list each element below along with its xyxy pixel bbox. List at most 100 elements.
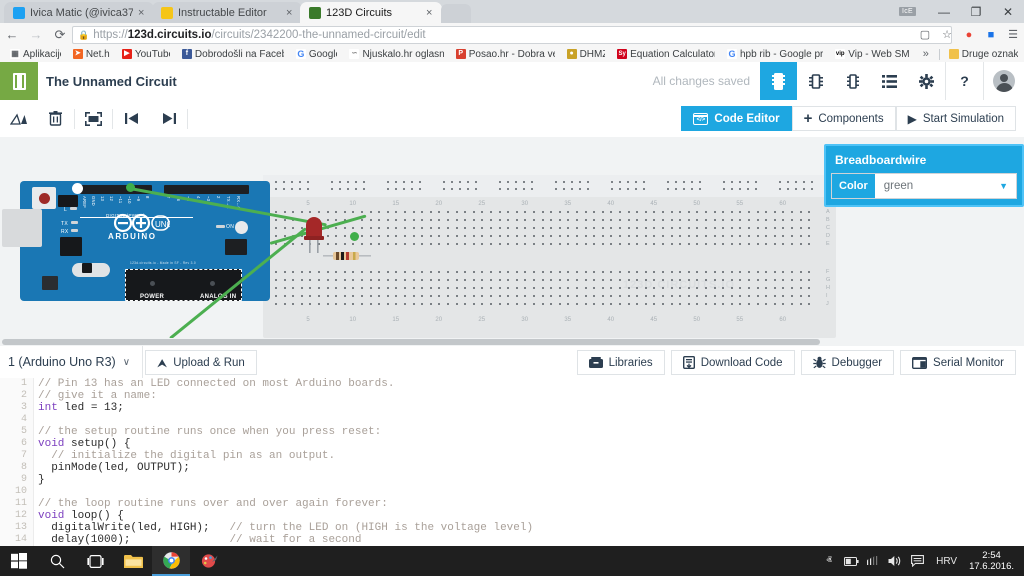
browser-tab-2[interactable]: 123D Circuits ×: [300, 2, 442, 23]
bookmark-hpb-rib[interactable]: G hpb rib - Google pret: [721, 49, 829, 60]
code-editor-button[interactable]: </> Code Editor: [681, 106, 792, 131]
wifi-icon[interactable]: [862, 546, 884, 576]
wire-endpoint-pin13[interactable]: [126, 183, 135, 192]
tab-close-icon[interactable]: ×: [286, 7, 296, 18]
component-inspector-popup[interactable]: Breadboardwire Color green ▼: [824, 144, 1024, 207]
code-line[interactable]: [38, 486, 1024, 498]
browser-chrome: Ivica Matic (@ivica3730k × Instructable …: [0, 0, 1024, 63]
chip-view-icon[interactable]: [760, 62, 797, 100]
code-line[interactable]: // the setup routine runs once when you …: [38, 426, 1024, 438]
color-field-row[interactable]: Color green ▼: [831, 173, 1017, 199]
bookmark-equation-calculator[interactable]: Sy Equation Calculator -: [611, 49, 721, 60]
libraries-button[interactable]: Libraries: [576, 350, 665, 375]
extension-icon[interactable]: ■: [982, 26, 1000, 44]
code-line[interactable]: void setup() {: [38, 438, 1024, 450]
arduino-uno-board[interactable]: DIGITAL (PWM~) UNO ARDUINO L TX RX ON 12…: [2, 181, 270, 301]
breadboard-view-icon[interactable]: [797, 62, 834, 100]
rotate-button[interactable]: [0, 100, 37, 137]
forward-button[interactable]: →: [24, 23, 48, 46]
led-component[interactable]: [303, 211, 325, 258]
digital-pin-label: 8: [145, 196, 150, 199]
scrollbar-thumb[interactable]: [2, 339, 820, 345]
resistor-component[interactable]: [323, 247, 371, 260]
address-bar[interactable]: 🔒 https://123d.circuits.io/circuits/2342…: [72, 26, 952, 44]
bookmark-google[interactable]: G Google: [290, 49, 344, 60]
code-line[interactable]: // the loop routine runs over and over a…: [38, 498, 1024, 510]
search-icon[interactable]: [38, 546, 76, 576]
browser-tab-1[interactable]: Instructable Editor ×: [152, 2, 302, 23]
code-line[interactable]: // give it a name:: [38, 390, 1024, 402]
code-line[interactable]: digitalWrite(led, HIGH); // turn the LED…: [38, 522, 1024, 534]
chrome-icon[interactable]: [152, 546, 190, 576]
action-center-icon[interactable]: [906, 546, 928, 576]
tray-chevron-icon[interactable]: ⱏ: [818, 546, 840, 576]
help-icon[interactable]: ?: [945, 62, 983, 100]
undo-button[interactable]: [113, 100, 150, 137]
fit-to-screen-button[interactable]: [75, 100, 112, 137]
menu-icon[interactable]: ☰: [1004, 26, 1022, 44]
canvas-horizontal-scrollbar[interactable]: [0, 338, 1024, 346]
new-tab-button[interactable]: [441, 4, 471, 23]
user-avatar[interactable]: [983, 62, 1024, 100]
code-line[interactable]: int led = 13;: [38, 402, 1024, 414]
tab-close-icon[interactable]: ×: [426, 7, 436, 18]
code-lines[interactable]: // Pin 13 has an LED connected on most A…: [38, 378, 1024, 546]
task-view-icon[interactable]: [76, 546, 114, 576]
reload-button[interactable]: ⟳: [48, 23, 72, 46]
browser-tab-0[interactable]: Ivica Matic (@ivica3730k ×: [4, 2, 154, 23]
tab-close-icon[interactable]: ×: [138, 7, 148, 18]
schematic-view-icon[interactable]: [834, 62, 871, 100]
language-indicator[interactable]: HRV: [928, 556, 965, 567]
translate-icon[interactable]: ▢: [916, 26, 934, 44]
chip-logo-icon[interactable]: [0, 62, 38, 100]
opera-icon[interactable]: ●: [960, 26, 978, 44]
power-label: POWER: [140, 294, 165, 300]
code-line[interactable]: [38, 414, 1024, 426]
star-icon[interactable]: ☆: [938, 26, 956, 44]
page-title[interactable]: The Unnamed Circuit: [46, 62, 177, 100]
vip-icon: vip: [835, 49, 846, 59]
file-explorer-icon[interactable]: [114, 546, 152, 576]
maximize-button[interactable]: ❐: [960, 0, 992, 23]
windows-start-icon[interactable]: [0, 546, 38, 576]
back-button[interactable]: ←: [0, 23, 24, 46]
chevron-down-icon[interactable]: ▼: [999, 181, 1016, 191]
code-line[interactable]: // Pin 13 has an LED connected on most A…: [38, 378, 1024, 390]
bookmarks-overflow-button[interactable]: »: [916, 48, 936, 60]
wire-endpoint-breadboard[interactable]: [350, 232, 359, 241]
bookmark-dhmz[interactable]: ● DHMZ: [561, 49, 612, 60]
bookmark-njuskalo[interactable]: ∽ Njuskalo.hr oglasnik: [343, 49, 449, 60]
bookmark-apps[interactable]: ▦ Aplikacije: [4, 49, 67, 60]
code-editor[interactable]: 1 2 3 4 5 6 7 8 9 10 11 12 13 14 // Pin 13 has an LED…: [0, 378, 1024, 546]
delete-button[interactable]: [37, 100, 74, 137]
bookmark-nethr[interactable]: ➤ Net.hr: [67, 49, 116, 60]
serial-monitor-button[interactable]: Serial Monitor: [900, 350, 1016, 375]
clock[interactable]: 2:54 17.6.2016.: [965, 550, 1024, 572]
close-window-button[interactable]: ✕: [992, 0, 1024, 23]
volume-icon[interactable]: [884, 546, 906, 576]
code-line[interactable]: // initialize the digital pin as an outp…: [38, 450, 1024, 462]
start-simulation-button[interactable]: ▶ Start Simulation: [895, 106, 1016, 131]
paint-icon[interactable]: [190, 546, 228, 576]
list-view-icon[interactable]: [871, 62, 908, 100]
redo-button[interactable]: [150, 100, 187, 137]
circuit-canvas[interactable]: 123D CIRCUITS.IO 5 5 10 10 15 15 20 20 25 25 30 30 3…: [0, 137, 1024, 346]
settings-gear-icon[interactable]: [908, 62, 945, 100]
color-field-value[interactable]: green: [875, 180, 999, 192]
code-line[interactable]: }: [38, 474, 1024, 486]
components-button[interactable]: + Components: [791, 106, 896, 131]
bookmark-youtube[interactable]: ▶ YouTube: [116, 49, 176, 60]
battery-icon[interactable]: [840, 546, 862, 576]
code-line[interactable]: pinMode(led, OUTPUT);: [38, 462, 1024, 474]
board-select[interactable]: 1 (Arduino Uno R3) ∨: [8, 346, 144, 378]
upload-and-run-button[interactable]: ⮝ Upload & Run: [145, 350, 257, 375]
download-code-button[interactable]: Download Code: [670, 350, 795, 375]
debugger-button[interactable]: Debugger: [800, 350, 895, 375]
minimize-button[interactable]: —: [928, 0, 960, 23]
bookmark-posao[interactable]: P Posao.hr - Dobra vez: [450, 49, 561, 60]
bookmark-vip-websms[interactable]: vip Vip - Web SMS: [829, 49, 915, 60]
code-line[interactable]: void loop() {: [38, 510, 1024, 522]
bookmark-facebook[interactable]: f Dobrodošli na Facebo: [176, 49, 290, 60]
bookmark-other-folder[interactable]: Druge oznake: [943, 49, 1024, 60]
code-line[interactable]: delay(1000); // wait for a second: [38, 534, 1024, 546]
